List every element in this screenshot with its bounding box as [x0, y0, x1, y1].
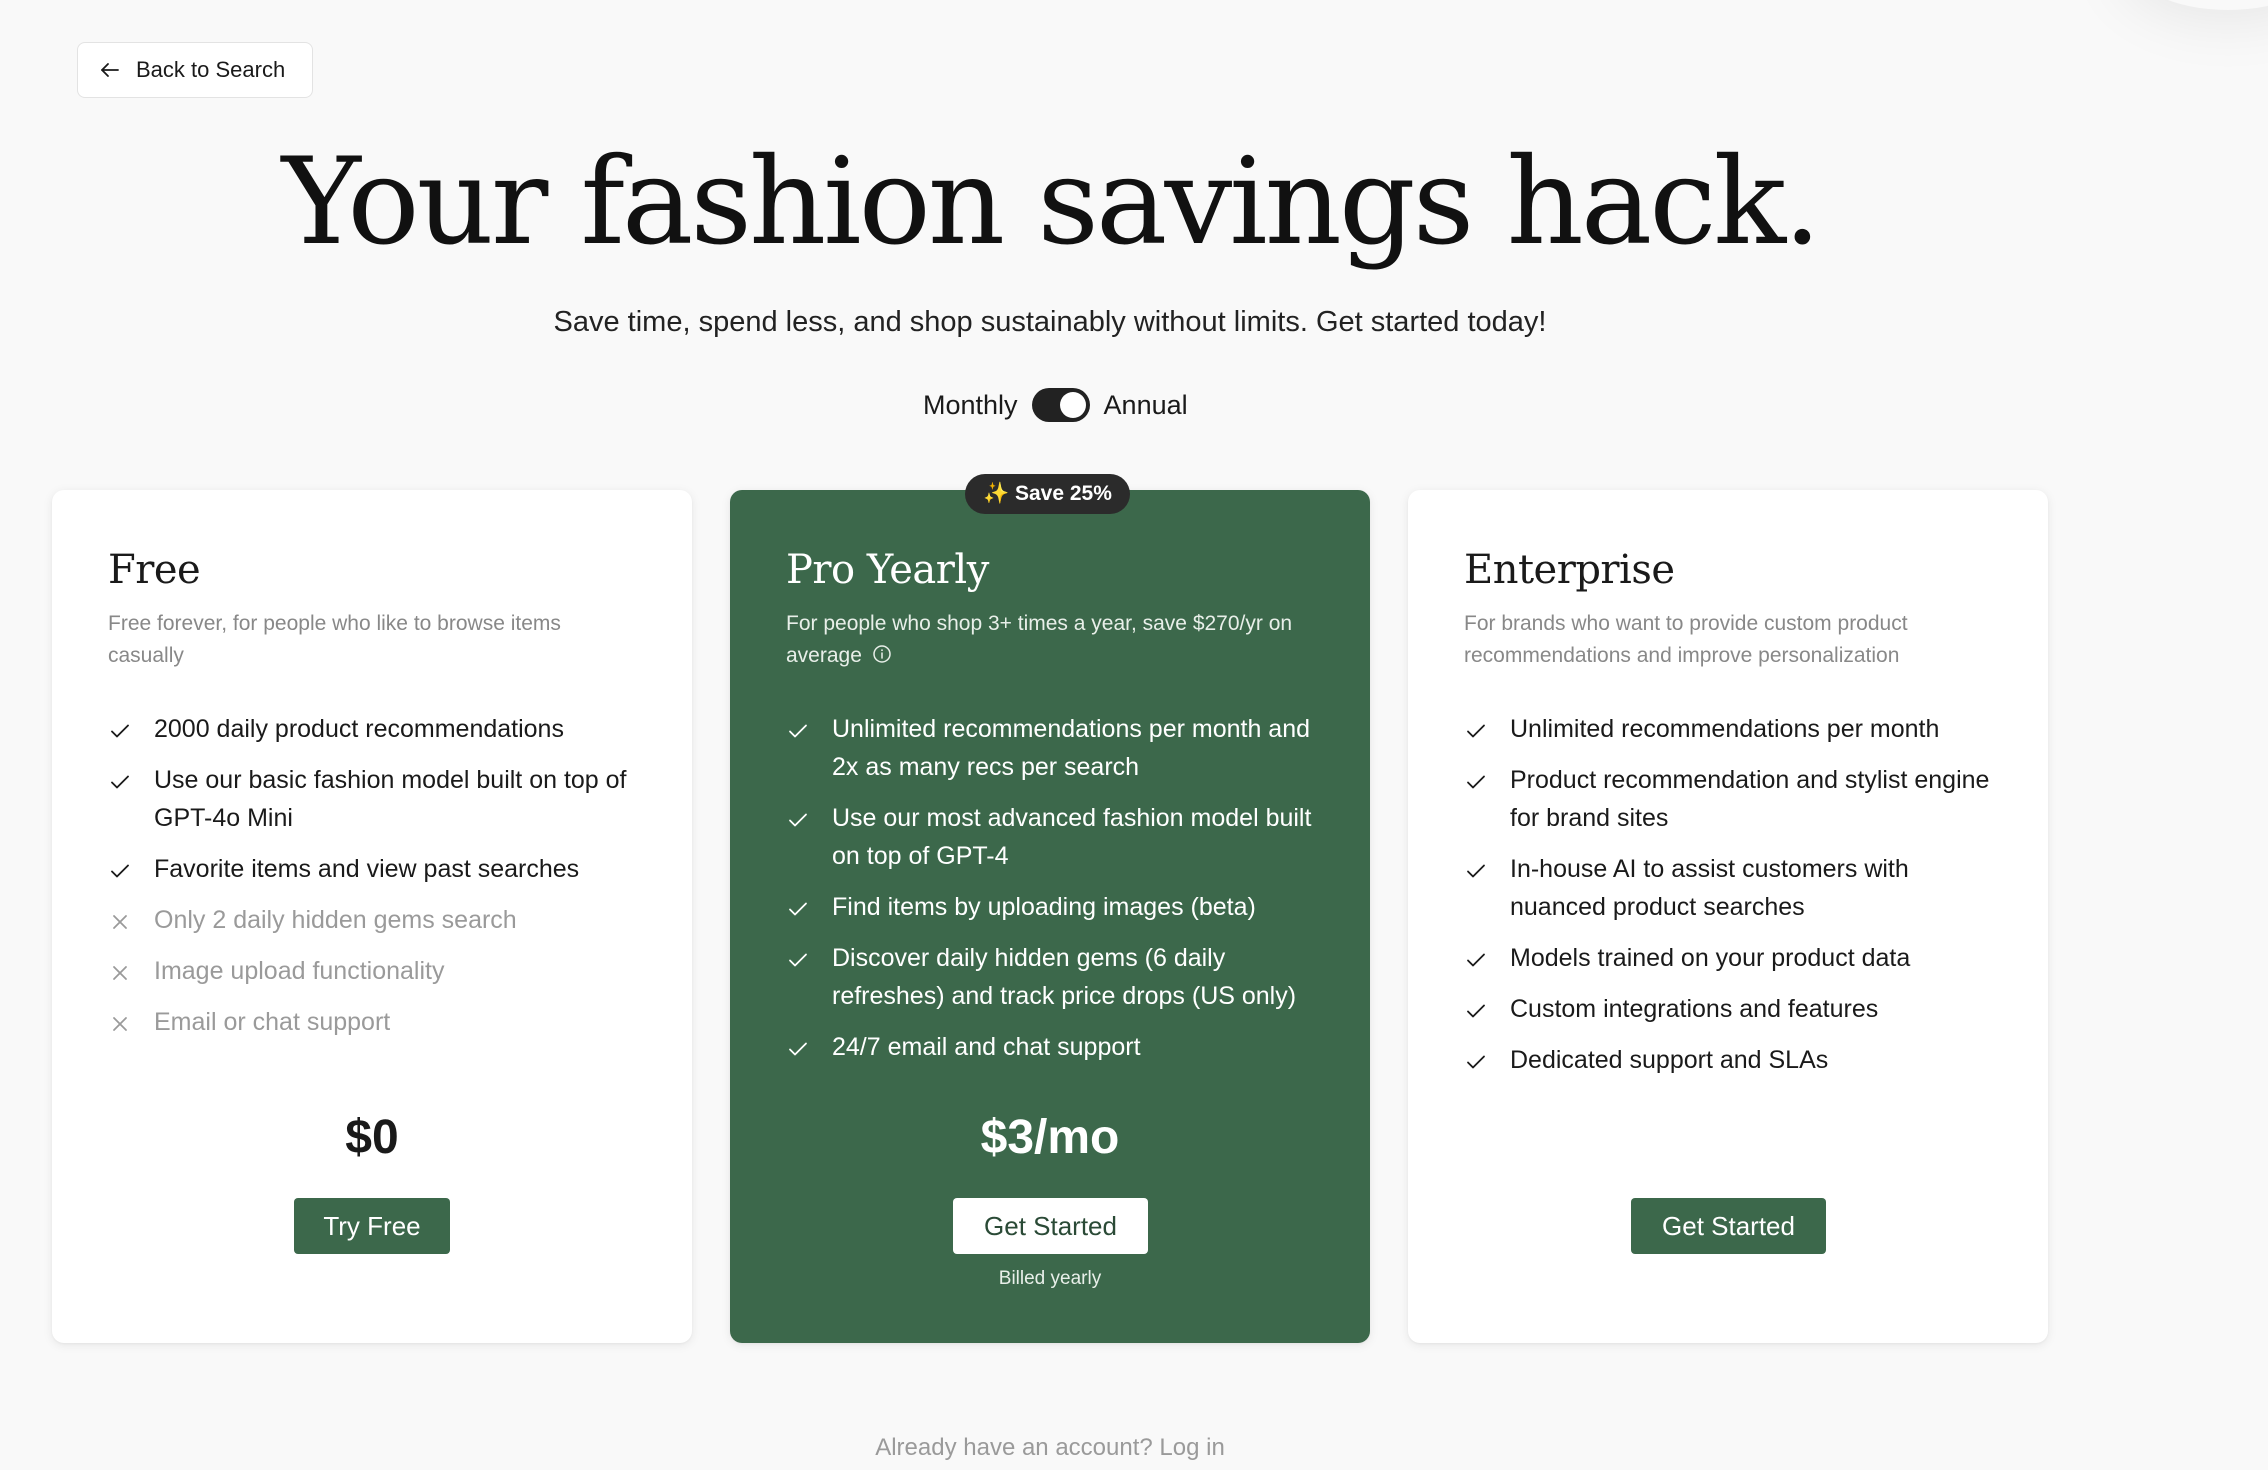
- feature-item: Product recommendation and stylist engin…: [1464, 761, 1992, 837]
- check-icon: [1467, 1055, 1485, 1069]
- check-icon: [1467, 864, 1485, 878]
- plan-description-text: For people who shop 3+ times a year, sav…: [786, 612, 1293, 667]
- feature-text: Unlimited recommendations per month: [1510, 715, 1940, 743]
- plan-card-enterprise: Enterprise For brands who want to provid…: [1408, 490, 2048, 1343]
- feature-text: Only 2 daily hidden gems search: [154, 906, 517, 934]
- feature-item: Find items by uploading images (beta): [786, 888, 1314, 926]
- plan-description: Free forever, for people who like to bro…: [108, 612, 561, 667]
- page-title: Your fashion savings hack.: [281, 133, 1822, 272]
- check-icon: [789, 1042, 807, 1056]
- feature-text: Use our most advanced fashion model buil…: [832, 804, 1312, 870]
- feature-item: Unlimited recommendations per month: [1464, 710, 1992, 748]
- monthly-label[interactable]: Monthly: [923, 390, 1018, 421]
- check-icon: [111, 775, 129, 789]
- billing-toggle: Monthly Annual: [923, 388, 1188, 422]
- feature-text: Favorite items and view past searches: [154, 855, 580, 883]
- feature-item: Only 2 daily hidden gems search: [108, 901, 636, 939]
- annual-label[interactable]: Annual: [1104, 390, 1188, 421]
- billing-period-switch[interactable]: [1031, 388, 1090, 422]
- plan-price: $0: [345, 1111, 399, 1164]
- pricing-page: Back to Search Your fashion savings hack…: [0, 0, 2268, 1470]
- plan-description: For brands who want to provide custom pr…: [1464, 612, 1908, 667]
- check-icon: [789, 724, 807, 738]
- feature-text: Product recommendation and stylist engin…: [1510, 766, 1990, 832]
- x-icon: [113, 915, 127, 929]
- feature-item: In-house AI to assist customers with nua…: [1464, 850, 1992, 926]
- feature-item: Dedicated support and SLAs: [1464, 1041, 1992, 1079]
- check-icon: [789, 953, 807, 967]
- feature-item: Favorite items and view past searches: [108, 850, 636, 888]
- get-started-enterprise-button[interactable]: Get Started: [1631, 1198, 1826, 1254]
- plan-name: Pro Yearly: [786, 547, 989, 593]
- back-to-search-label: Back to Search: [136, 57, 286, 82]
- feature-text: Models trained on your product data: [1510, 944, 1911, 972]
- login-prompt: Already have an account? Log in: [0, 1434, 2100, 1462]
- feature-text: Discover daily hidden gems (6 daily refr…: [832, 944, 1297, 1010]
- feature-item: Image upload functionality: [108, 952, 636, 990]
- arrow-left-icon: [101, 63, 119, 77]
- feature-item: Discover daily hidden gems (6 daily refr…: [786, 939, 1314, 1015]
- feature-list: Unlimited recommendations per month and …: [786, 710, 1314, 1066]
- back-to-search-button[interactable]: Back to Search: [77, 42, 313, 98]
- plan-card-free: Free Free forever, for people who like t…: [52, 490, 692, 1343]
- check-icon: [1467, 1004, 1485, 1018]
- feature-item: Unlimited recommendations per month and …: [786, 710, 1314, 786]
- feature-text: Image upload functionality: [154, 957, 445, 985]
- feature-item: 24/7 email and chat support: [786, 1028, 1314, 1066]
- feature-list: 2000 daily product recommendations Use ou…: [108, 710, 636, 1041]
- switch-knob: [1059, 392, 1086, 418]
- plan-name: Enterprise: [1464, 547, 1675, 593]
- try-free-button[interactable]: Try Free: [294, 1198, 450, 1254]
- login-question: Already have an account?: [875, 1434, 1153, 1461]
- feature-text: Custom integrations and features: [1510, 995, 1879, 1023]
- feature-item: Models trained on your product data: [1464, 939, 1992, 977]
- feature-item: Use our basic fashion model built on top…: [108, 761, 636, 837]
- x-icon: [113, 1017, 127, 1031]
- check-icon: [789, 902, 807, 916]
- check-icon: [1467, 724, 1485, 738]
- plan-card-pro-yearly: ✨ Save 25% Pro Yearly For people who sho…: [730, 474, 1370, 1343]
- feature-text: Unlimited recommendations per month and …: [832, 715, 1311, 781]
- feature-item: Use our most advanced fashion model buil…: [786, 799, 1314, 875]
- feature-item: Custom integrations and features: [1464, 990, 1992, 1028]
- plan-description: For people who shop 3+ times a year, sav…: [786, 608, 1314, 672]
- x-icon: [113, 966, 127, 980]
- feature-text: In-house AI to assist customers with nua…: [1510, 855, 1909, 921]
- login-link[interactable]: Log in: [1159, 1434, 1224, 1461]
- check-icon: [1467, 775, 1485, 789]
- feature-text: Find items by uploading images (beta): [832, 893, 1256, 921]
- plan-name: Free: [108, 547, 201, 593]
- check-icon: [789, 813, 807, 827]
- billing-note: Billed yearly: [998, 1268, 1102, 1289]
- page-subtitle: Save time, spend less, and shop sustaina…: [553, 306, 1547, 338]
- plan-price: $3/mo: [980, 1111, 1120, 1164]
- feature-text: 2000 daily product recommendations: [154, 715, 564, 743]
- feature-item: 2000 daily product recommendations: [108, 710, 636, 748]
- check-icon: [111, 724, 129, 738]
- check-icon: [1467, 953, 1485, 967]
- corner-overlay: [2128, 0, 2268, 10]
- check-icon: [111, 864, 129, 878]
- feature-text: Dedicated support and SLAs: [1510, 1046, 1829, 1074]
- feature-item: Email or chat support: [108, 1003, 636, 1041]
- feature-text: Use our basic fashion model built on top…: [154, 766, 627, 832]
- get-started-pro-button[interactable]: Get Started: [953, 1198, 1148, 1254]
- feature-text: 24/7 email and chat support: [832, 1033, 1141, 1061]
- save-badge: ✨ Save 25%: [965, 474, 1130, 514]
- feature-list: Unlimited recommendations per month Produ…: [1464, 710, 1992, 1079]
- feature-text: Email or chat support: [154, 1008, 391, 1036]
- info-icon[interactable]: [872, 644, 892, 664]
